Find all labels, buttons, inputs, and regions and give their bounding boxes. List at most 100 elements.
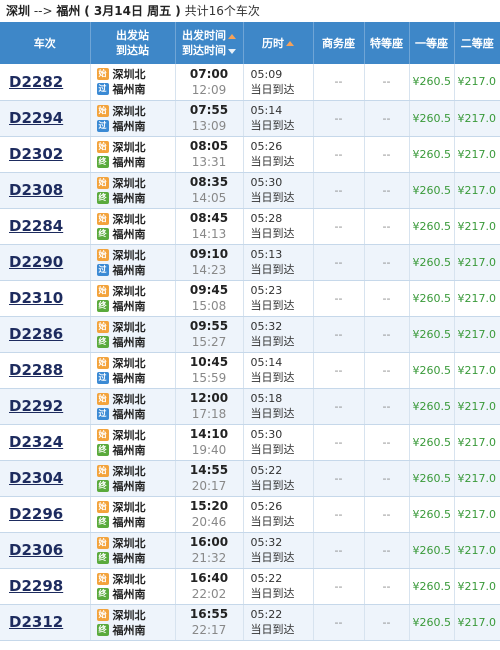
- duration-cell: 05:28 当日到达: [243, 208, 314, 245]
- special-seat: --: [364, 172, 410, 209]
- special-seat: --: [364, 244, 410, 281]
- duration: 05:30: [250, 428, 283, 441]
- from-station-name: 深圳北: [112, 284, 146, 298]
- train-number-link[interactable]: D2286: [0, 325, 63, 343]
- end-station-icon: 终: [96, 299, 109, 312]
- arrive-day: 当日到达: [250, 263, 295, 276]
- special-seat: --: [364, 388, 410, 425]
- header-special: 特等座: [364, 22, 410, 64]
- duration-cell: 05:22 当日到达: [243, 460, 314, 497]
- to-station-name: 福州南: [112, 371, 146, 385]
- special-seat: --: [364, 136, 410, 173]
- time-cell: 15:20 20:46: [175, 496, 244, 533]
- duration-cell: 05:22 当日到达: [243, 568, 314, 605]
- first-class-price: ¥260.5: [409, 64, 455, 101]
- train-number-link[interactable]: D2304: [0, 469, 63, 487]
- arrive-day: 当日到达: [250, 191, 295, 204]
- duration-cell: 05:32 当日到达: [243, 532, 314, 569]
- header-time-arr[interactable]: 到达时间: [182, 44, 226, 57]
- from-station: 始 深圳北: [91, 499, 175, 514]
- pass-station-icon: 过: [96, 407, 109, 420]
- train-number-link[interactable]: D2290: [0, 253, 63, 271]
- header-duration[interactable]: 历时: [243, 22, 314, 64]
- special-seat: --: [364, 208, 410, 245]
- train-number-link[interactable]: D2294: [0, 109, 63, 127]
- time-cell: 09:10 14:23: [175, 244, 244, 281]
- second-class-price: ¥217.0: [454, 316, 500, 353]
- start-station-icon: 始: [96, 572, 109, 585]
- train-number-link[interactable]: D2312: [0, 613, 63, 631]
- second-class-price: ¥217.0: [454, 424, 500, 461]
- table-row: D2312 始 深圳北 终 福州南 16:55 22:17 05:22 当日到达…: [0, 604, 500, 641]
- duration-cell: 05:30 当日到达: [243, 172, 314, 209]
- from-station: 始 深圳北: [91, 283, 175, 298]
- station-cell: 始 深圳北 终 福州南: [90, 460, 176, 497]
- pass-station-icon: 过: [96, 371, 109, 384]
- from-station-name: 深圳北: [112, 428, 146, 442]
- train-number-link[interactable]: D2284: [0, 217, 63, 235]
- from-station-name: 深圳北: [112, 392, 146, 406]
- train-number-link[interactable]: D2298: [0, 577, 63, 595]
- arrive-day: 当日到达: [250, 335, 295, 348]
- time-cell: 16:40 22:02: [175, 568, 244, 605]
- time-cell: 08:05 13:31: [175, 136, 244, 173]
- start-station-icon: 始: [96, 428, 109, 441]
- first-class-price: ¥260.5: [409, 460, 455, 497]
- first-class-price: ¥260.5: [409, 496, 455, 533]
- special-seat: --: [364, 496, 410, 533]
- start-station-icon: 始: [96, 176, 109, 189]
- business-seat: --: [313, 388, 365, 425]
- from-station: 始 深圳北: [91, 571, 175, 586]
- arrive-day: 当日到达: [250, 515, 295, 528]
- second-class-price: ¥217.0: [454, 568, 500, 605]
- train-cell: D2290: [0, 244, 91, 281]
- end-station-icon: 终: [96, 479, 109, 492]
- second-class-price: ¥217.0: [454, 172, 500, 209]
- train-number-link[interactable]: D2296: [0, 505, 63, 523]
- from-station: 始 深圳北: [91, 103, 175, 118]
- header-times[interactable]: 出发时间 到达时间: [175, 22, 244, 64]
- arrival-time: 15:59: [191, 371, 227, 385]
- train-number-link[interactable]: D2282: [0, 73, 63, 91]
- table-row: D2288 始 深圳北 过 福州南 10:45 15:59 05:14 当日到达…: [0, 352, 500, 389]
- sort-asc-icon[interactable]: [286, 41, 294, 46]
- table-header: 车次 出发站 到达站 出发时间 到达时间 历时 商务座 特等座 一等座 二等座: [0, 22, 500, 64]
- duration: 05:26: [250, 140, 283, 153]
- header-time-dep[interactable]: 出发时间: [182, 29, 226, 42]
- departure-time: 16:40: [189, 571, 229, 585]
- from-station: 始 深圳北: [91, 355, 175, 370]
- train-number-link[interactable]: D2292: [0, 397, 63, 415]
- business-seat: --: [313, 316, 365, 353]
- business-seat: --: [313, 532, 365, 569]
- header-second: 二等座: [454, 22, 500, 64]
- train-number-link[interactable]: D2324: [0, 433, 63, 451]
- from-station: 始 深圳北: [91, 247, 175, 262]
- duration: 05:09: [250, 67, 283, 81]
- from-station-name: 深圳北: [112, 176, 146, 190]
- train-number-link[interactable]: D2306: [0, 541, 63, 559]
- start-station-icon: 始: [96, 608, 109, 621]
- train-number-link[interactable]: D2288: [0, 361, 63, 379]
- train-number-link[interactable]: D2302: [0, 145, 63, 163]
- sort-desc-icon[interactable]: [228, 48, 236, 54]
- first-class-price: ¥260.5: [409, 100, 455, 137]
- start-station-icon: 始: [96, 104, 109, 117]
- business-seat: --: [313, 64, 365, 101]
- arrival-time: 14:13: [191, 227, 227, 241]
- special-seat: --: [364, 100, 410, 137]
- to-station: 过 福州南: [91, 82, 175, 97]
- sort-asc-icon[interactable]: [228, 33, 236, 39]
- header-station-to: 到达站: [116, 44, 149, 57]
- departure-time: 15:20: [189, 499, 229, 513]
- special-seat: --: [364, 280, 410, 317]
- special-seat: --: [364, 316, 410, 353]
- header-stations: 出发站 到达站: [90, 22, 176, 64]
- station-cell: 始 深圳北 过 福州南: [90, 388, 176, 425]
- train-number-link[interactable]: D2310: [0, 289, 63, 307]
- to-station-name: 福州南: [112, 299, 146, 313]
- to-station: 终 福州南: [91, 514, 175, 529]
- to-station: 过 福州南: [91, 262, 175, 277]
- time-cell: 08:45 14:13: [175, 208, 244, 245]
- arrival-time: 22:02: [191, 587, 227, 601]
- train-number-link[interactable]: D2308: [0, 181, 63, 199]
